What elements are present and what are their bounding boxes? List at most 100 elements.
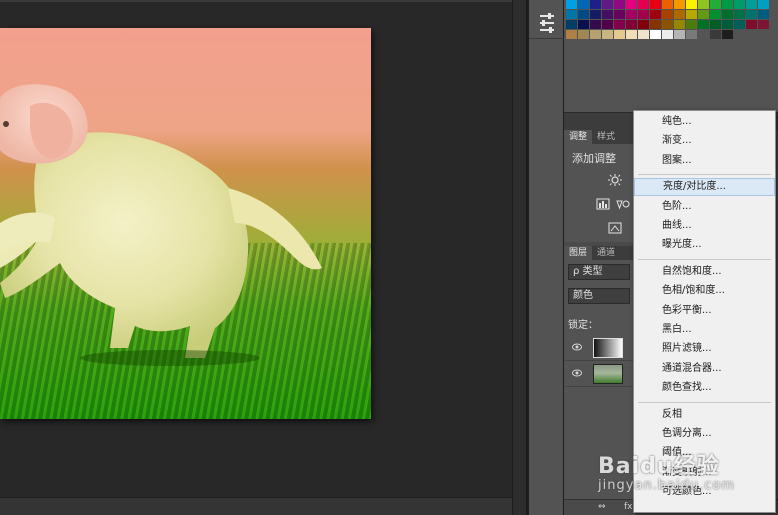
color-swatch[interactable]: [590, 0, 601, 9]
color-swatch[interactable]: [638, 0, 649, 9]
color-swatch[interactable]: [590, 20, 601, 29]
layer-row-adjustment[interactable]: [564, 335, 634, 361]
color-swatch[interactable]: [674, 10, 685, 19]
color-swatch[interactable]: [578, 10, 589, 19]
color-swatch[interactable]: [602, 0, 613, 9]
layer-filter-select[interactable]: ρ 类型: [568, 264, 630, 280]
menu-item[interactable]: 自然饱和度...: [634, 263, 775, 281]
color-swatch[interactable]: [758, 0, 769, 9]
color-swatch[interactable]: [698, 0, 709, 9]
link-layers-icon[interactable]: ⇔: [598, 502, 610, 513]
color-swatch[interactable]: [698, 30, 709, 39]
color-swatch[interactable]: [734, 10, 745, 19]
levels-icon[interactable]: [596, 198, 610, 210]
color-swatch[interactable]: [602, 30, 613, 39]
color-swatch[interactable]: [566, 30, 577, 39]
color-swatch[interactable]: [710, 30, 721, 39]
menu-item[interactable]: 渐变...: [634, 132, 775, 150]
color-swatch[interactable]: [650, 10, 661, 19]
color-swatch[interactable]: [638, 10, 649, 19]
color-swatch[interactable]: [650, 20, 661, 29]
color-swatch[interactable]: [734, 0, 745, 9]
color-swatch[interactable]: [674, 30, 685, 39]
document-image[interactable]: [0, 28, 371, 419]
color-swatch[interactable]: [590, 30, 601, 39]
color-swatch[interactable]: [686, 10, 697, 19]
color-swatch[interactable]: [614, 10, 625, 19]
blend-mode-select[interactable]: 颜色: [568, 288, 630, 304]
visibility-eye-icon[interactable]: [572, 369, 582, 377]
color-swatch[interactable]: [758, 20, 769, 29]
visibility-eye-icon[interactable]: [572, 343, 582, 351]
menu-item[interactable]: 曲线...: [634, 217, 775, 235]
color-swatch[interactable]: [638, 30, 649, 39]
color-swatch[interactable]: [614, 20, 625, 29]
color-swatch[interactable]: [650, 30, 661, 39]
color-swatch[interactable]: [626, 30, 637, 39]
color-swatch[interactable]: [734, 20, 745, 29]
color-swatch[interactable]: [638, 20, 649, 29]
color-swatch[interactable]: [566, 20, 577, 29]
brightness-icon[interactable]: [608, 174, 622, 186]
menu-item[interactable]: 反相: [634, 406, 775, 424]
menu-item[interactable]: 亮度/对比度...: [634, 178, 775, 197]
color-swatch[interactable]: [626, 0, 637, 9]
color-swatch[interactable]: [602, 20, 613, 29]
horizontal-scrollbar[interactable]: [0, 497, 512, 515]
color-swatch[interactable]: [686, 20, 697, 29]
color-swatch[interactable]: [746, 10, 757, 19]
tab-layers[interactable]: 图层: [564, 246, 593, 260]
color-swatch[interactable]: [746, 0, 757, 9]
color-swatch[interactable]: [578, 30, 589, 39]
menu-item[interactable]: 颜色查找...: [634, 379, 775, 397]
color-swatch[interactable]: [662, 30, 673, 39]
color-swatch[interactable]: [566, 0, 577, 9]
menu-item[interactable]: 曝光度...: [634, 236, 775, 254]
menu-item[interactable]: 色相/饱和度...: [634, 282, 775, 300]
menu-item[interactable]: 黑白...: [634, 321, 775, 339]
color-swatch[interactable]: [674, 20, 685, 29]
color-swatch[interactable]: [698, 20, 709, 29]
photo-filter-icon[interactable]: [608, 222, 622, 234]
color-swatch[interactable]: [650, 0, 661, 9]
color-swatch[interactable]: [674, 0, 685, 9]
menu-item[interactable]: 图案...: [634, 152, 775, 170]
color-swatch[interactable]: [602, 10, 613, 19]
tab-adjustments[interactable]: 调整: [564, 130, 593, 144]
color-swatch[interactable]: [710, 10, 721, 19]
color-swatch[interactable]: [662, 0, 673, 9]
menu-item[interactable]: 通道混合器...: [634, 360, 775, 378]
color-swatch[interactable]: [578, 20, 589, 29]
color-swatch[interactable]: [626, 20, 637, 29]
tab-styles[interactable]: 样式: [592, 130, 620, 144]
color-swatch[interactable]: [722, 10, 733, 19]
color-swatch[interactable]: [662, 10, 673, 19]
menu-item[interactable]: 色彩平衡...: [634, 302, 775, 320]
properties-sliders-icon[interactable]: [537, 12, 557, 34]
menu-item[interactable]: 纯色...: [634, 113, 775, 131]
menu-item[interactable]: 色阶...: [634, 198, 775, 216]
color-swatch[interactable]: [590, 10, 601, 19]
color-swatch[interactable]: [758, 10, 769, 19]
canvas-workspace[interactable]: [0, 0, 512, 515]
color-swatch[interactable]: [566, 10, 577, 19]
color-swatch[interactable]: [578, 0, 589, 9]
color-swatch[interactable]: [698, 10, 709, 19]
color-swatch[interactable]: [722, 30, 733, 39]
color-swatch[interactable]: [722, 20, 733, 29]
color-swatch[interactable]: [722, 0, 733, 9]
color-swatch[interactable]: [626, 10, 637, 19]
color-swatch[interactable]: [614, 30, 625, 39]
color-swatch[interactable]: [686, 30, 697, 39]
color-swatch[interactable]: [662, 20, 673, 29]
color-swatch[interactable]: [746, 20, 757, 29]
color-swatch[interactable]: [710, 20, 721, 29]
tab-channels[interactable]: 通道: [592, 246, 620, 260]
vibrance-icon[interactable]: [616, 198, 630, 210]
menu-item[interactable]: 色调分离...: [634, 425, 775, 443]
color-swatch[interactable]: [614, 0, 625, 9]
color-swatch[interactable]: [686, 0, 697, 9]
layer-row-background[interactable]: [564, 361, 634, 387]
color-swatch[interactable]: [710, 0, 721, 9]
menu-item[interactable]: 照片滤镜...: [634, 340, 775, 358]
